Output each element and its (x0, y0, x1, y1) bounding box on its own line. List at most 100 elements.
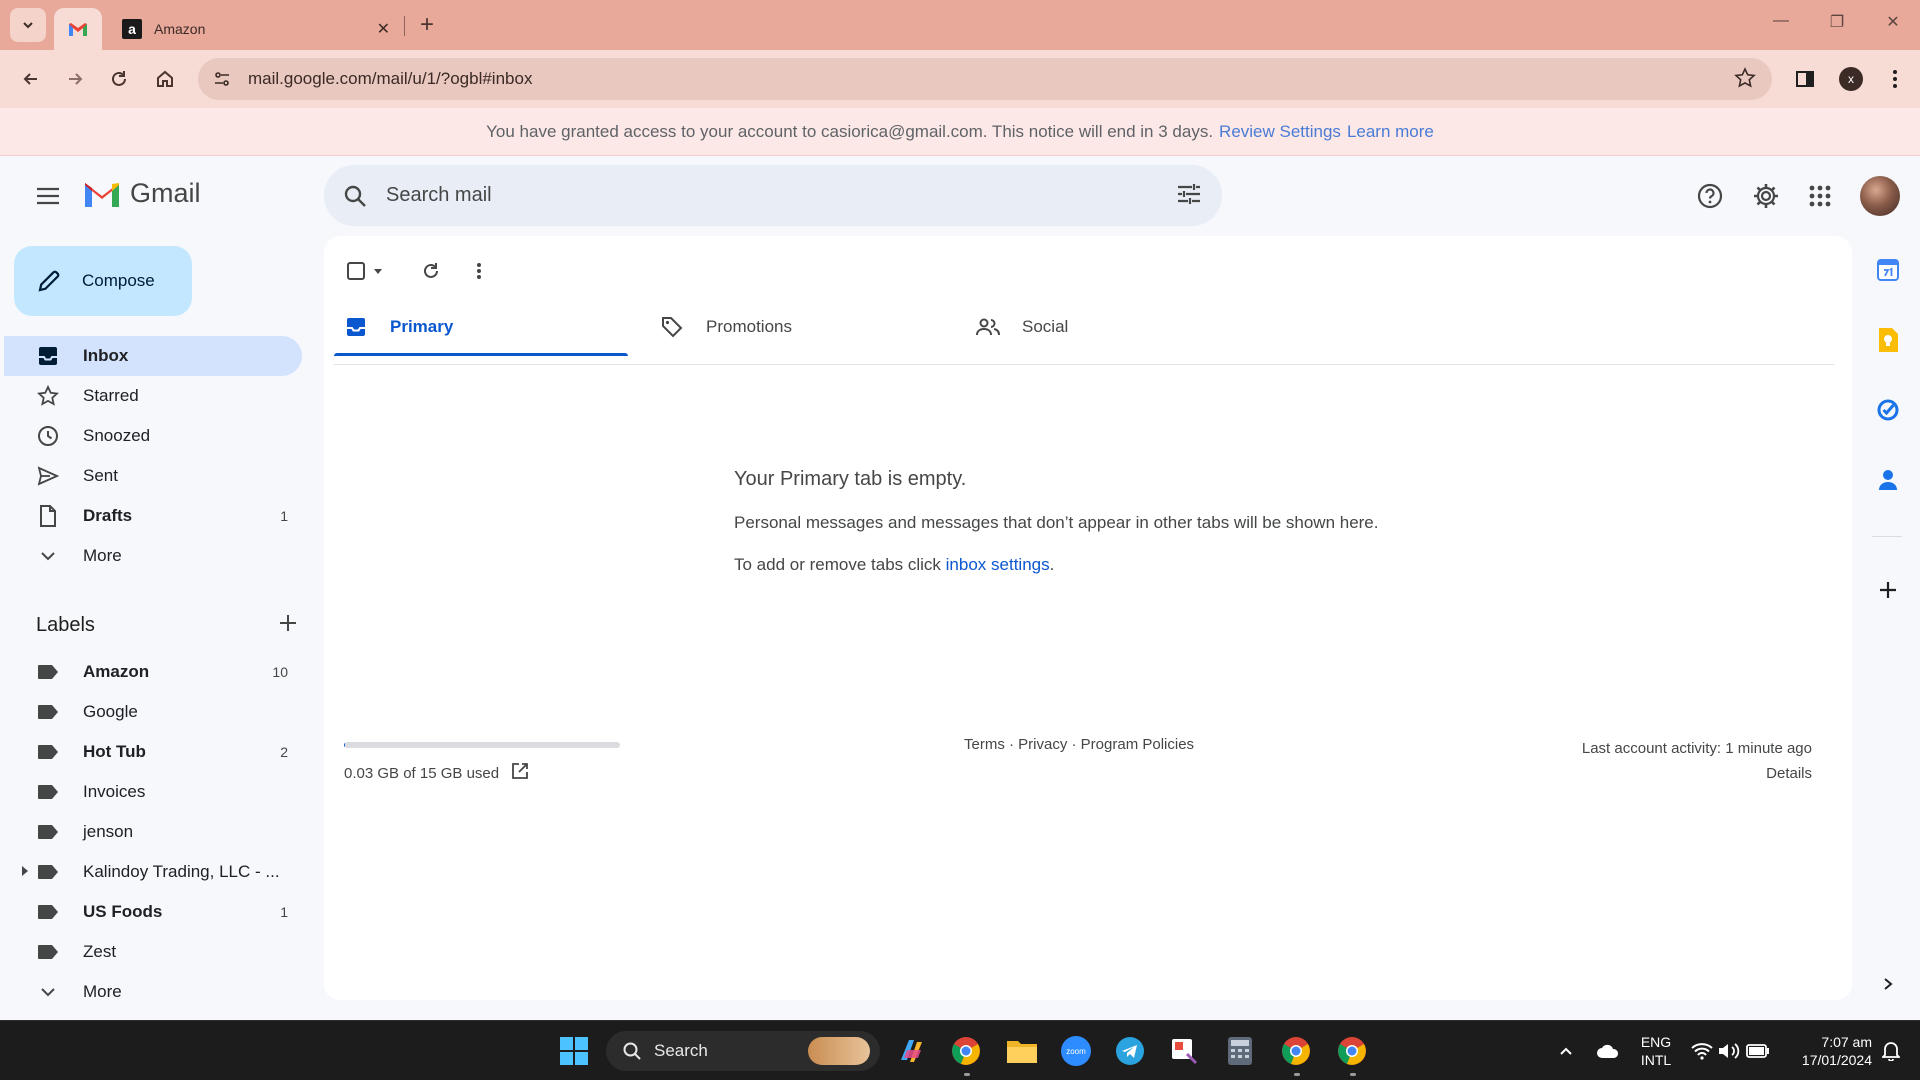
gear-icon (1754, 184, 1778, 208)
taskbar: Search zoom ENG INTL 7:07 am 17/01/2024 (0, 1020, 1920, 1080)
address-bar[interactable]: mail.google.com/mail/u/1/?ogbl#inbox (198, 58, 1772, 100)
side-panel-divider (1872, 536, 1902, 537)
back-button[interactable] (16, 64, 46, 94)
delegation-notice: You have granted access to your account … (0, 108, 1920, 156)
label-item-amazon[interactable]: Amazon 10 (4, 652, 302, 692)
chrome-profile-2-icon[interactable] (1278, 1033, 1314, 1069)
empty-hint: To add or remove tabs click inbox settin… (734, 555, 1379, 575)
nav-item-starred[interactable]: Starred (4, 376, 302, 416)
tag-icon (660, 315, 684, 339)
more-actions-button[interactable] (462, 254, 496, 288)
learn-more-link[interactable]: Learn more (1347, 122, 1434, 142)
bookmark-star-icon[interactable] (1734, 67, 1756, 94)
browser-menu-button[interactable] (1880, 64, 1910, 94)
tab-promotions[interactable]: Promotions (650, 298, 944, 356)
label-tag-icon (36, 940, 60, 964)
forward-button[interactable] (60, 64, 90, 94)
label-item-invoices[interactable]: Invoices (4, 772, 302, 812)
nav-item-more[interactable]: More (4, 536, 302, 576)
browser-tab-amazon[interactable]: a Amazon ✕ (118, 8, 398, 50)
minimize-button[interactable]: — (1766, 12, 1796, 30)
gmail-logo[interactable]: Gmail (82, 178, 201, 209)
account-avatar[interactable] (1860, 176, 1900, 216)
nav-count: 1 (280, 508, 288, 524)
tab-primary[interactable]: Primary (334, 298, 628, 356)
label-item-google[interactable]: Google (4, 692, 302, 732)
apps-grid-icon (1809, 185, 1831, 207)
file-explorer-icon[interactable] (1004, 1033, 1040, 1069)
close-window-button[interactable]: ✕ (1878, 12, 1908, 32)
close-tab-icon[interactable]: ✕ (377, 19, 390, 39)
search-input[interactable]: Search mail (386, 184, 492, 207)
label-tag-icon (36, 900, 60, 924)
compose-button[interactable]: Compose (14, 246, 192, 316)
show-hidden-icons-button[interactable] (1546, 1033, 1586, 1069)
copilot-app-icon[interactable] (894, 1033, 930, 1069)
calculator-icon[interactable] (1222, 1033, 1258, 1069)
volume-icon[interactable] (1716, 1033, 1742, 1069)
nav-item-sent[interactable]: Sent (4, 456, 302, 496)
wifi-icon[interactable] (1690, 1033, 1714, 1069)
label-item-us-foods[interactable]: US Foods 1 (4, 892, 302, 932)
refresh-button[interactable] (414, 254, 448, 288)
tasks-app-button[interactable] (1872, 394, 1904, 426)
label-item-kalindoy[interactable]: Kalindoy Trading, LLC - ... (4, 852, 302, 892)
running-indicator (1294, 1073, 1300, 1076)
zoom-app-icon[interactable]: zoom (1058, 1033, 1094, 1069)
label-item-jenson[interactable]: jenson (4, 812, 302, 852)
hide-side-panel-button[interactable] (1872, 968, 1904, 1000)
calendar-app-button[interactable] (1872, 254, 1904, 286)
profile-button[interactable]: x (1836, 64, 1866, 94)
side-panel-button[interactable] (1790, 64, 1820, 94)
tab-search-button[interactable] (10, 8, 46, 42)
activity-text: Last account activity: 1 minute ago (1581, 740, 1812, 757)
tab-social[interactable]: Social (966, 298, 1260, 356)
contacts-app-button[interactable] (1872, 464, 1904, 496)
label-name: Google (83, 702, 138, 721)
create-label-button[interactable] (278, 613, 298, 638)
battery-icon[interactable] (1744, 1033, 1772, 1069)
google-apps-button[interactable] (1804, 180, 1836, 212)
site-info-icon[interactable] (210, 67, 234, 91)
external-link-icon[interactable] (511, 762, 529, 784)
refresh-icon (424, 263, 438, 278)
notifications-button[interactable] (1876, 1033, 1906, 1069)
nav-item-snoozed[interactable]: Snoozed (4, 416, 302, 456)
compose-label: Compose (82, 271, 155, 290)
chrome-profile-3-icon[interactable] (1334, 1033, 1370, 1069)
storage-meter-fill (344, 742, 345, 748)
new-tab-button[interactable]: + (414, 11, 440, 38)
nav-item-drafts[interactable]: Drafts 1 (4, 496, 302, 536)
footer-links[interactable]: Terms · Privacy · Program Policies (964, 736, 1194, 753)
onedrive-icon[interactable] (1588, 1033, 1628, 1069)
inbox-settings-link[interactable]: inbox settings (946, 555, 1050, 574)
language-indicator[interactable]: ENG INTL (1628, 1033, 1684, 1069)
select-all-checkbox[interactable] (340, 254, 390, 288)
home-button[interactable] (150, 64, 180, 94)
get-addons-button[interactable] (1872, 574, 1904, 606)
tabs-divider (334, 364, 1834, 365)
details-link[interactable]: Details (1582, 761, 1812, 786)
chrome-profile-1-icon[interactable] (948, 1033, 984, 1069)
clock[interactable]: 7:07 am 17/01/2024 (1776, 1033, 1872, 1069)
taskbar-search[interactable]: Search (606, 1031, 880, 1071)
nav-item-inbox[interactable]: Inbox (4, 336, 302, 376)
main-menu-button[interactable] (32, 180, 64, 212)
label-item-zest[interactable]: Zest (4, 932, 302, 972)
review-settings-link[interactable]: Review Settings (1219, 122, 1341, 142)
start-button[interactable] (556, 1033, 592, 1069)
label-item-more[interactable]: More (4, 972, 302, 1012)
keep-app-button[interactable] (1872, 324, 1904, 356)
snipping-tool-icon[interactable] (1166, 1033, 1202, 1069)
expand-caret-icon[interactable] (22, 866, 28, 876)
settings-button[interactable] (1750, 180, 1782, 212)
restore-button[interactable]: ❐ (1822, 12, 1852, 32)
browser-tab-gmail[interactable] (54, 8, 102, 50)
reload-button[interactable] (104, 64, 134, 94)
search-options-icon[interactable] (1176, 181, 1202, 212)
search-icon[interactable] (340, 181, 370, 211)
search-bar[interactable]: Search mail (324, 165, 1222, 226)
label-item-hot-tub[interactable]: Hot Tub 2 (4, 732, 302, 772)
help-button[interactable] (1694, 180, 1726, 212)
telegram-app-icon[interactable] (1112, 1033, 1148, 1069)
